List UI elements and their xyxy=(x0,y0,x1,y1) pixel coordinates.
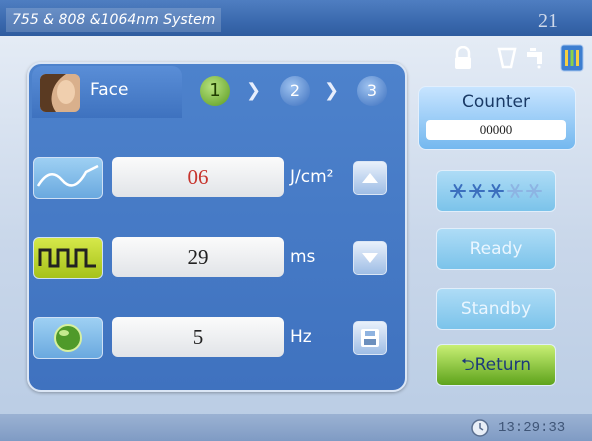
energy-value[interactable]: 06 xyxy=(112,157,284,197)
lock-icon xyxy=(455,46,471,69)
cup-icon xyxy=(497,47,517,69)
standby-button[interactable]: Standby xyxy=(436,288,556,330)
face-avatar-icon xyxy=(40,74,80,112)
ready-button[interactable]: Ready xyxy=(436,228,556,270)
frequency-value[interactable]: 5 xyxy=(112,317,284,357)
return-label: Return xyxy=(474,355,532,375)
battery-icon xyxy=(560,44,584,72)
decrease-button[interactable] xyxy=(353,241,387,275)
tab-face-label: Face xyxy=(90,80,129,100)
return-arrow-icon: ⮌ xyxy=(460,355,475,375)
chevron-right-icon: ❯ xyxy=(324,80,340,101)
arrow-down-icon xyxy=(362,253,378,263)
step-1[interactable]: 1 xyxy=(200,76,230,106)
snowflake-icon xyxy=(450,184,542,198)
window-title: 755 & 808 &1064nm System xyxy=(6,8,222,32)
faucet-icon xyxy=(527,48,542,69)
counter-label: Counter xyxy=(462,92,530,112)
frequency-unit: Hz xyxy=(290,327,312,347)
cooling-level-button[interactable] xyxy=(436,170,556,212)
step-3[interactable]: 3 xyxy=(357,76,387,106)
save-icon xyxy=(361,329,379,347)
waveform-icon xyxy=(33,157,103,199)
square-pulse-icon xyxy=(33,237,103,279)
clock-time: 13:29:33 xyxy=(498,420,566,436)
green-sphere-icon xyxy=(33,317,103,359)
counter-value: 00000 xyxy=(426,120,566,140)
clock-icon xyxy=(471,419,489,437)
return-button[interactable]: ⮌Return xyxy=(436,344,556,386)
step-2[interactable]: 2 xyxy=(280,76,310,106)
arrow-up-icon xyxy=(362,173,378,183)
energy-unit: J/cm² xyxy=(290,167,334,187)
chevron-right-icon: ❯ xyxy=(246,80,262,101)
save-button[interactable] xyxy=(353,321,387,355)
screen-number: 21 xyxy=(538,10,558,32)
pulse-value[interactable]: 29 xyxy=(112,237,284,277)
pulse-unit: ms xyxy=(290,247,316,267)
increase-button[interactable] xyxy=(353,161,387,195)
